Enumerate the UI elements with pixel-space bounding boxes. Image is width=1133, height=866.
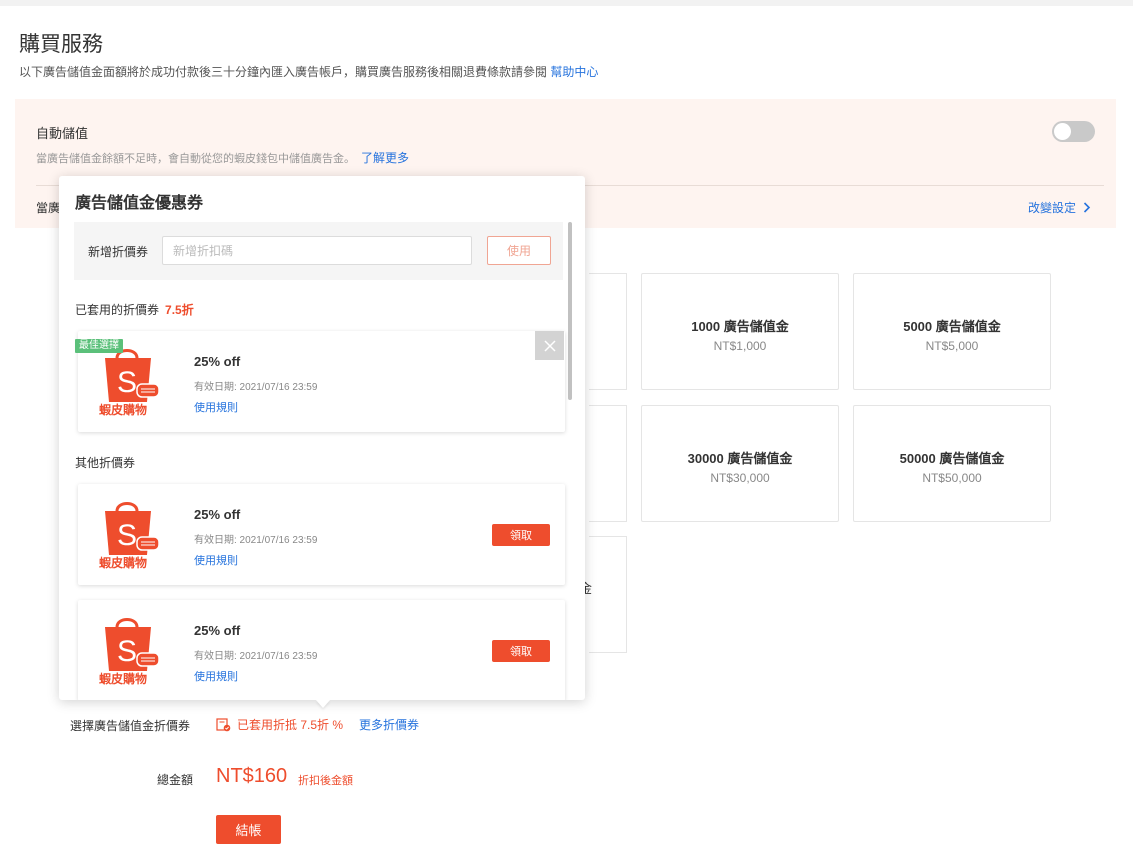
svg-text:S: S — [117, 366, 137, 399]
coupon-rules-link[interactable]: 使用規則 — [194, 668, 238, 684]
add-voucher-box: 新增折價券 使用 — [74, 222, 563, 280]
coupon-rules-link[interactable]: 使用規則 — [194, 399, 238, 415]
svg-text:S: S — [117, 635, 137, 668]
package-card-partial[interactable] — [589, 536, 627, 653]
package-card[interactable]: 50000 廣告儲值金 NT$50,000 — [853, 405, 1051, 522]
package-price: NT$50,000 — [922, 471, 982, 485]
package-card-partial[interactable] — [589, 273, 627, 390]
total-label: 總金額 — [157, 773, 194, 787]
auto-topup-title: 自動儲值 — [36, 126, 89, 141]
chevron-right-icon — [1084, 202, 1091, 213]
package-amount: 50000 廣告儲值金 — [899, 451, 1005, 466]
voucher-popover: 廣告儲值金優惠券 新增折價券 使用 已套用的折價券 7.5折 S 蝦皮購物 最佳選… — [59, 176, 585, 700]
auto-topup-description: 當廣告儲值金餘額不足時，會自動從您的蝦皮錢包中儲值廣告金。 了解更多 — [36, 149, 409, 166]
use-voucher-button[interactable]: 使用 — [487, 236, 551, 265]
voucher-applied-status: 已套用折抵 7.5折 % 更多折價券 — [216, 716, 419, 733]
applied-section-text: 已套用的折價券 — [75, 303, 160, 317]
applied-coupon-card: S 蝦皮購物 最佳選擇 25% off 有效日期: 2021/07/16 23:… — [75, 331, 565, 432]
toggle-knob — [1054, 123, 1071, 140]
other-section-label: 其他折價券 — [75, 456, 136, 470]
shopee-logo-text: 蝦皮購物 — [99, 672, 148, 686]
coupon-card: S 蝦皮購物 25% off 有效日期: 2021/07/16 23:59 使用… — [78, 600, 565, 700]
help-center-link[interactable]: 幫助中心 — [550, 65, 598, 79]
coupon-expiry: 有效日期: 2021/07/16 23:59 — [194, 535, 318, 546]
subtitle-text: 以下廣告儲值金面額將於成功付款後三十分鐘內匯入廣告帳戶，購買廣告服務後相關退費條… — [19, 65, 548, 79]
applied-discount: 7.5折 — [165, 303, 194, 317]
popover-title: 廣告儲值金優惠券 — [75, 195, 204, 212]
package-card-partial[interactable] — [589, 405, 627, 522]
auto-topup-description-text: 當廣告儲值金餘額不足時，會自動從您的蝦皮錢包中儲值廣告金。 — [36, 153, 355, 165]
coupon-card: S 蝦皮購物 25% off 有效日期: 2021/07/16 23:59 使用… — [78, 484, 565, 585]
total-amount: NT$160 — [216, 765, 288, 787]
add-voucher-label: 新增折價券 — [88, 245, 149, 259]
learn-more-link[interactable]: 了解更多 — [361, 151, 409, 165]
page-subtitle: 以下廣告儲值金面額將於成功付款後三十分鐘內匯入廣告帳戶，購買廣告服務後相關退費條… — [19, 63, 598, 80]
auto-topup-setting-label: 當廣 — [36, 201, 61, 215]
popover-arrow — [316, 700, 330, 708]
package-price: NT$1,000 — [713, 339, 767, 353]
package-card[interactable]: 5000 廣告儲值金 NT$5,000 — [853, 273, 1051, 390]
package-amount: 30000 廣告儲值金 — [687, 451, 793, 466]
total-note: 折扣後金額 — [298, 775, 353, 787]
coupon-expiry: 有效日期: 2021/07/16 23:59 — [194, 651, 318, 662]
coupon-name: 25% off — [194, 354, 241, 369]
claim-coupon-button[interactable]: 領取 — [492, 640, 550, 662]
applied-section-label: 已套用的折價券 7.5折 — [75, 301, 194, 318]
coupon-name: 25% off — [194, 507, 241, 522]
package-amount: 1000 廣告儲值金 — [691, 319, 789, 334]
remove-coupon-button[interactable] — [535, 331, 564, 360]
voucher-ticket-icon — [216, 717, 231, 732]
close-icon — [543, 340, 556, 352]
popover-scrollbar[interactable] — [568, 222, 572, 400]
page-title: 購買服務 — [19, 33, 103, 56]
coupon-name: 25% off — [194, 623, 241, 638]
coupon-rules-link[interactable]: 使用規則 — [194, 552, 238, 568]
auto-topup-toggle[interactable] — [1052, 121, 1095, 142]
top-bar — [0, 0, 1133, 6]
coupon-expiry: 有效日期: 2021/07/16 23:59 — [194, 382, 318, 393]
package-card[interactable]: 30000 廣告儲值金 NT$30,000 — [641, 405, 839, 522]
voucher-applied-text: 已套用折抵 7.5折 % — [237, 718, 344, 732]
svg-text:S: S — [117, 519, 137, 552]
best-choice-tag: 最佳選擇 — [75, 339, 123, 353]
shopee-logo-text: 蝦皮購物 — [99, 556, 148, 570]
change-settings-link[interactable]: 改變設定 — [1028, 199, 1091, 216]
voucher-select-label: 選擇廣告儲值金折價券 — [70, 719, 191, 733]
package-price: NT$5,000 — [925, 339, 979, 353]
voucher-code-input[interactable] — [162, 236, 472, 265]
claim-coupon-button[interactable]: 領取 — [492, 524, 550, 546]
change-settings-label: 改變設定 — [1028, 201, 1077, 215]
shopee-logo-text: 蝦皮購物 — [99, 403, 148, 417]
more-vouchers-link[interactable]: 更多折價券 — [359, 716, 419, 733]
package-price: NT$30,000 — [710, 471, 770, 485]
package-amount: 5000 廣告儲值金 — [903, 319, 1001, 334]
package-card[interactable]: 1000 廣告儲值金 NT$1,000 — [641, 273, 839, 390]
checkout-button[interactable]: 結帳 — [216, 815, 281, 844]
